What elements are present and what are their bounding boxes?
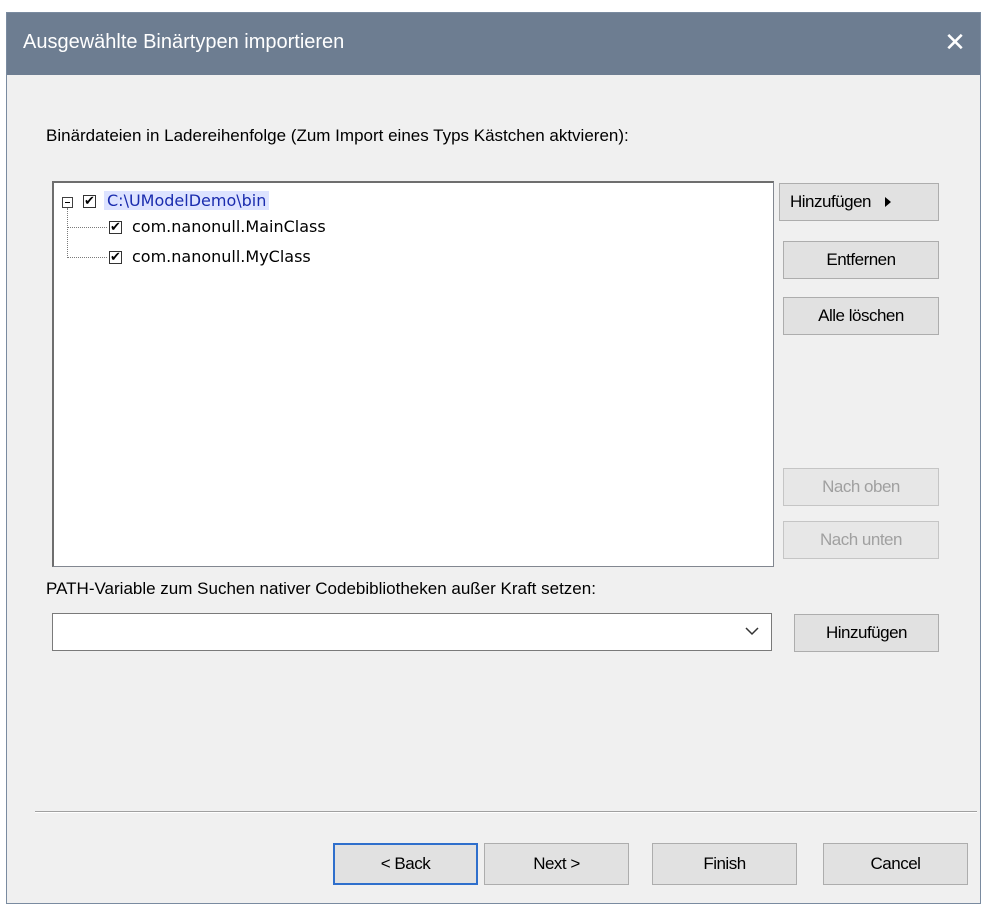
- next-button[interactable]: Next >: [484, 843, 629, 885]
- cancel-button[interactable]: Cancel: [823, 843, 968, 885]
- tree-root-label: C:\UModelDemo\bin: [104, 191, 270, 210]
- child-checkbox[interactable]: ✔: [109, 221, 122, 234]
- back-button[interactable]: < Back: [333, 843, 478, 885]
- path-add-button[interactable]: Hinzufügen: [794, 614, 939, 652]
- import-binary-types-dialog: Ausgewählte Binärtypen importieren ✕ Bin…: [6, 12, 981, 904]
- close-icon[interactable]: ✕: [938, 25, 972, 59]
- chevron-down-icon[interactable]: [743, 622, 761, 640]
- child-checkbox[interactable]: ✔: [109, 251, 122, 264]
- tree-item[interactable]: com.nanonull.MyClass: [132, 247, 311, 266]
- footer-separator: [35, 811, 977, 813]
- move-up-button[interactable]: Nach oben: [783, 468, 939, 506]
- tree-connector: [67, 227, 107, 228]
- finish-button[interactable]: Finish: [652, 843, 797, 885]
- tree-connector: [67, 257, 107, 258]
- path-override-combobox[interactable]: [52, 613, 772, 651]
- add-binary-button[interactable]: Hinzufügen: [779, 183, 939, 221]
- add-binary-label: Hinzufügen: [790, 192, 872, 211]
- binaries-label: Binärdateien in Ladereihenfolge (Zum Imp…: [46, 126, 629, 145]
- submenu-arrow-icon: [885, 197, 892, 207]
- move-down-button[interactable]: Nach unten: [783, 521, 939, 559]
- tree-root-item[interactable]: C:\UModelDemo\bin: [104, 191, 270, 210]
- tree-item[interactable]: com.nanonull.MainClass: [132, 217, 326, 236]
- binaries-tree[interactable]: ✔ C:\UModelDemo\bin ✔ com.nanonull.MainC…: [52, 181, 774, 567]
- collapse-icon[interactable]: [62, 197, 73, 208]
- root-checkbox[interactable]: ✔: [83, 195, 96, 208]
- tree-connector: [67, 208, 68, 258]
- remove-button[interactable]: Entfernen: [783, 241, 939, 279]
- path-override-label: PATH-Variable zum Suchen nativer Codebib…: [46, 579, 596, 598]
- clear-all-button[interactable]: Alle löschen: [783, 297, 939, 335]
- dialog-title: Ausgewählte Binärtypen importieren: [23, 31, 345, 53]
- title-bar: Ausgewählte Binärtypen importieren ✕: [7, 13, 980, 75]
